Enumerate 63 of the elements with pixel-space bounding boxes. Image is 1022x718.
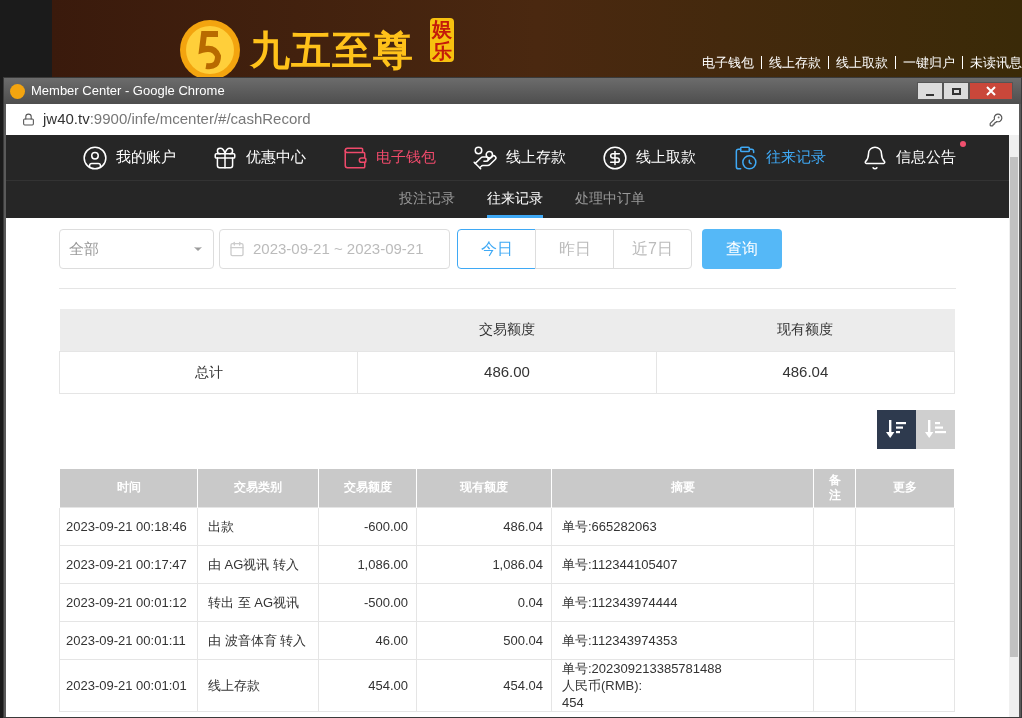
- maximize-button[interactable]: [943, 82, 969, 100]
- table-cell: 2023-09-21 00:01:11: [59, 621, 198, 660]
- summary-text: 单号:665282063: [562, 518, 658, 535]
- top-link[interactable]: 线上取款: [836, 53, 888, 73]
- calendar-icon: [229, 241, 245, 257]
- summary-text: 454: [562, 694, 585, 711]
- nav-item[interactable]: 电子钱包: [342, 144, 436, 171]
- top-link[interactable]: 未读讯息: [970, 53, 1022, 73]
- table-cell: 486.00: [357, 351, 657, 393]
- table-cell: 由 波音体育 转入: [197, 621, 319, 660]
- minimize-button[interactable]: [917, 82, 943, 100]
- nav-item[interactable]: 往来记录: [732, 144, 826, 171]
- close-icon: [986, 86, 996, 96]
- sort-icon: [885, 418, 908, 440]
- summary-text: 单号:112344105407: [562, 556, 679, 573]
- table-cell: 2023-09-21 00:01:01: [59, 659, 198, 712]
- nav-item[interactable]: 线上取款: [602, 144, 696, 171]
- summary-text: 单号:202309213385781488: [562, 660, 723, 677]
- summary-text: 人民币(RMB):: [562, 677, 644, 694]
- table-cell: 454.04: [416, 659, 552, 712]
- table-cell: 出款: [197, 507, 319, 546]
- table-cell: 2023-09-21 00:17:47: [59, 545, 198, 584]
- header-cell: 交易额度: [357, 309, 657, 351]
- url-text: jw40.tv:9900/infe/mcenter/#/cashRecord: [43, 109, 311, 130]
- summary-text: 单号:112343974444: [562, 594, 679, 611]
- table-cell: -600.00: [318, 507, 417, 546]
- table-cell: 1,086.00: [318, 545, 417, 584]
- table-cell: 1,086.04: [416, 545, 552, 584]
- table-cell: 46.00: [318, 621, 417, 660]
- top-link[interactable]: 一键归户: [903, 53, 955, 73]
- key-icon: [989, 112, 1003, 127]
- lock-icon: [22, 113, 35, 126]
- favicon-icon: [10, 83, 25, 99]
- sub-tab[interactable]: 投注记录: [398, 181, 455, 218]
- nav-item[interactable]: 优惠中心: [212, 144, 306, 171]
- table-cell: 转出 至 AG视讯: [197, 583, 319, 622]
- nav-item[interactable]: 线上存款: [472, 144, 566, 171]
- table-cell: 486.04: [416, 507, 552, 546]
- table-cell: 总计: [59, 351, 358, 393]
- table-cell: 486.04: [656, 351, 955, 393]
- table-cell: 454.00: [318, 659, 417, 712]
- summary-text: 单号:112343974353: [562, 632, 679, 649]
- top-link[interactable]: 线上存款: [769, 53, 821, 73]
- table-cell: 线上存款: [197, 659, 319, 712]
- address-bar[interactable]: jw40.tv:9900/infe/mcenter/#/cashRecord: [6, 104, 1019, 135]
- table-cell: 2023-09-21 00:18:46: [59, 507, 198, 546]
- nav-item[interactable]: 我的账户: [82, 144, 176, 171]
- table-cell: 0.04: [416, 583, 552, 622]
- logo-text: 九五至尊: [250, 27, 414, 74]
- table-cell: 由 AG视讯 转入: [197, 545, 319, 584]
- close-button[interactable]: [969, 82, 1013, 100]
- sort-button[interactable]: [877, 409, 916, 449]
- table-cell: 500.04: [416, 621, 552, 660]
- logo-badge: 娱乐: [430, 18, 454, 62]
- window-title: Member Center - Google Chrome: [31, 82, 225, 101]
- sub-tab[interactable]: 处理中订单: [574, 181, 645, 218]
- header-cell: 现有额度: [656, 309, 955, 351]
- sub-tab[interactable]: 往来记录: [486, 181, 543, 218]
- table-cell: 2023-09-21 00:01:12: [59, 583, 198, 622]
- top-link[interactable]: 电子钱包: [702, 53, 754, 73]
- nav-item[interactable]: 信息公告: [862, 144, 956, 171]
- table-cell: -500.00: [318, 583, 417, 622]
- sort-icon: [924, 418, 947, 440]
